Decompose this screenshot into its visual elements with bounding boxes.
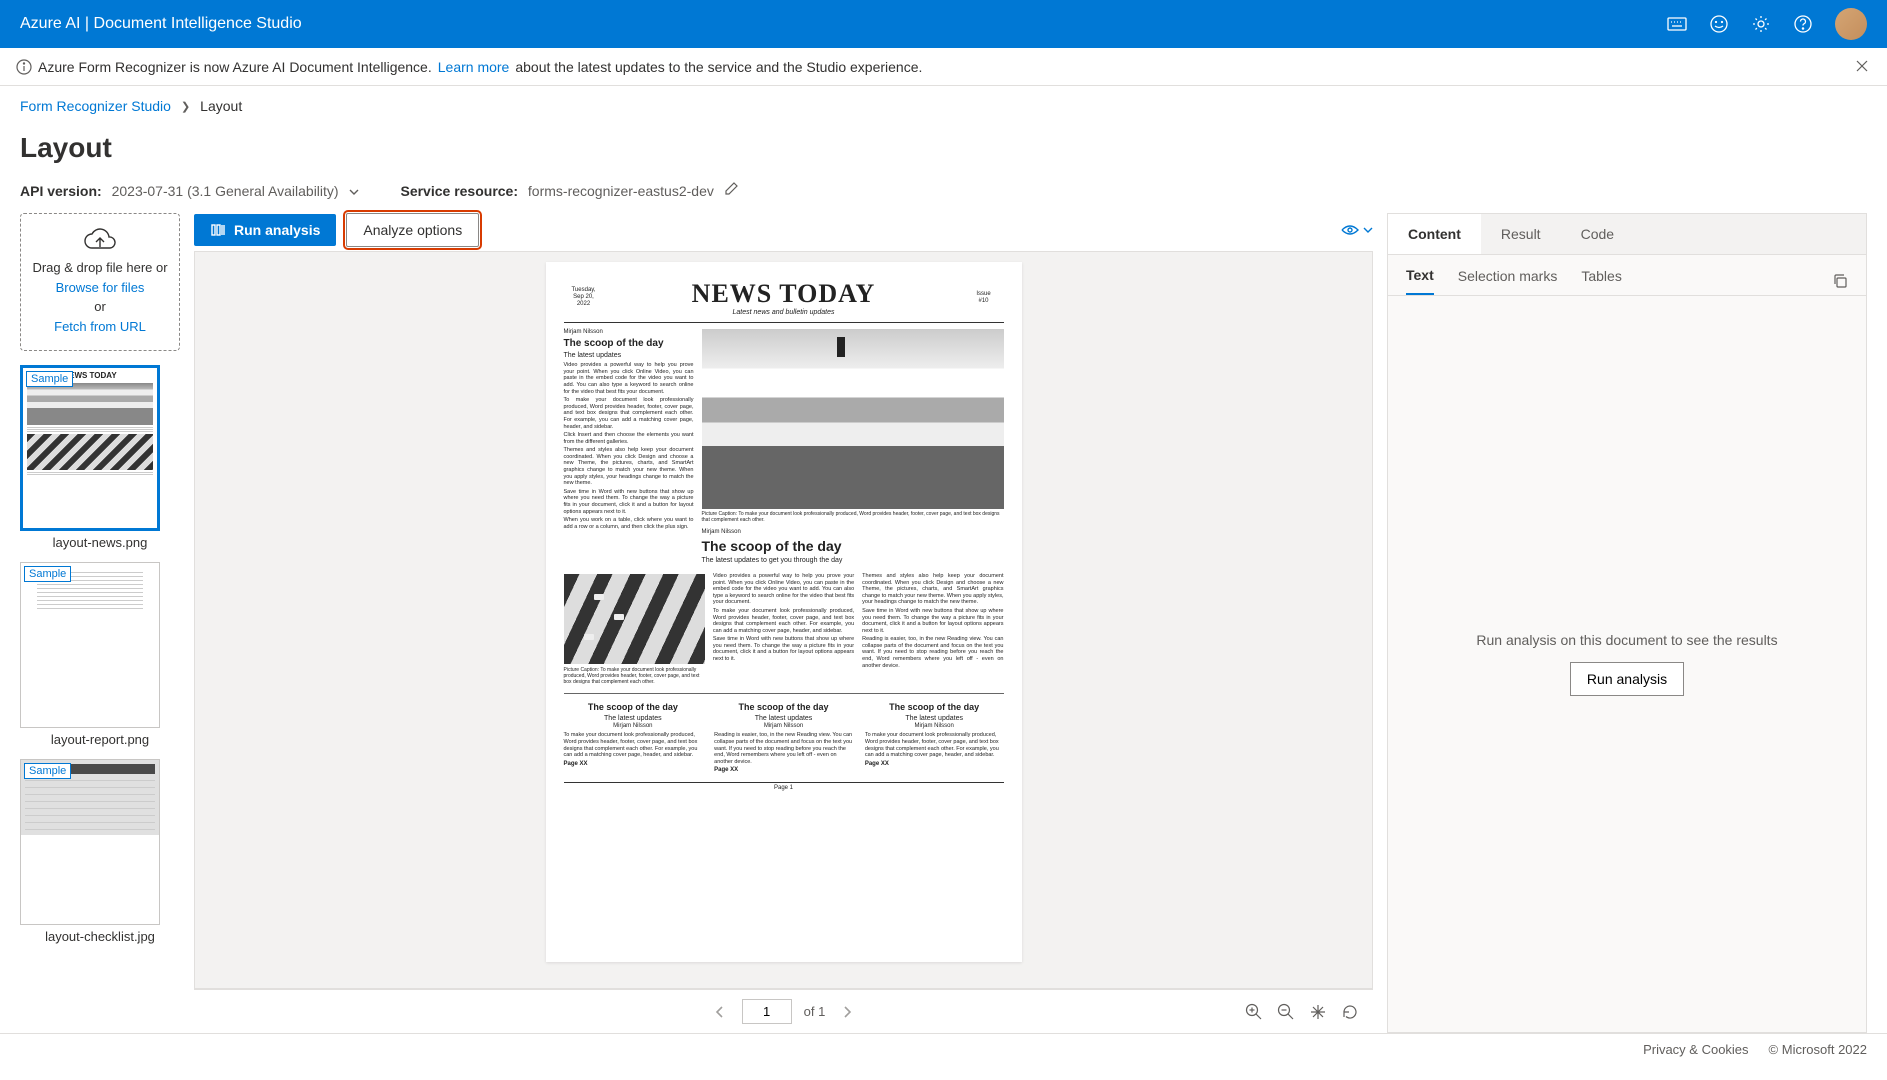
chevron-down-icon[interactable] — [348, 183, 360, 199]
tab-code[interactable]: Code — [1561, 214, 1634, 254]
empty-state-message: Run analysis on this document to see the… — [1476, 632, 1777, 648]
prev-page-button[interactable] — [710, 1002, 730, 1022]
file-dropzone[interactable]: Drag & drop file here or Browse for file… — [20, 213, 180, 351]
api-version-label: API version: — [20, 183, 102, 199]
browse-files-link[interactable]: Browse for files — [29, 278, 171, 298]
newspaper-title: NEWS TODAY — [604, 278, 964, 309]
thumbnail-item-checklist[interactable]: Sample layout-checklist.jpg — [20, 759, 180, 944]
result-top-tabs: Content Result Code — [1388, 214, 1866, 255]
page-of-label: of 1 — [804, 1004, 826, 1019]
service-resource-value: forms-recognizer-eastus2-dev — [528, 183, 714, 199]
subtab-selection-marks[interactable]: Selection marks — [1458, 268, 1558, 294]
breadcrumb-parent[interactable]: Form Recognizer Studio — [20, 98, 171, 114]
left-sidebar: Drag & drop file here or Browse for file… — [20, 213, 180, 1033]
info-banner: Azure Form Recognizer is now Azure AI Do… — [0, 48, 1887, 86]
sample-badge: Sample — [26, 371, 73, 387]
document-page: Tuesday, Sep 20, 2022 NEWS TODAY Latest … — [546, 262, 1022, 962]
thumbnail-label: layout-checklist.jpg — [20, 929, 180, 944]
right-panel: Content Result Code Text Selection marks… — [1387, 213, 1867, 1033]
thumbnail-image: Sample — [20, 562, 160, 728]
analyze-options-button[interactable]: Analyze options — [346, 213, 479, 247]
header-icons — [1667, 8, 1867, 40]
result-sub-tabs: Text Selection marks Tables — [1388, 255, 1866, 296]
dropzone-text-1: Drag & drop file here or — [29, 258, 171, 278]
page-number-input[interactable] — [742, 999, 792, 1024]
page-controls: of 1 — [194, 989, 1373, 1033]
sample-badge: Sample — [24, 566, 71, 582]
thumbnail-image: Sample NEWS TODAY — [20, 365, 160, 531]
toolbar: Run analysis Analyze options — [194, 213, 1373, 247]
thumbnail-label: layout-news.png — [20, 535, 180, 550]
run-analysis-button[interactable]: Run analysis — [194, 214, 336, 246]
user-avatar[interactable] — [1835, 8, 1867, 40]
tab-content[interactable]: Content — [1388, 214, 1481, 254]
subtab-text[interactable]: Text — [1406, 267, 1434, 295]
center-panel: Run analysis Analyze options Tuesday, Se… — [194, 213, 1373, 1033]
thumbnail-label: layout-report.png — [20, 732, 180, 747]
tab-result[interactable]: Result — [1481, 214, 1561, 254]
keyboard-icon[interactable] — [1667, 14, 1687, 34]
footer: Privacy & Cookies © Microsoft 2022 — [0, 1033, 1887, 1065]
app-title: Azure AI | Document Intelligence Studio — [20, 15, 302, 33]
results-body: Run analysis on this document to see the… — [1388, 296, 1866, 1032]
visibility-toggle[interactable] — [1341, 224, 1373, 236]
cars-photo — [564, 574, 705, 664]
thumbnail-image: Sample — [20, 759, 160, 925]
main-workspace: Drag & drop file here or Browse for file… — [0, 213, 1887, 1033]
dropzone-or: or — [29, 297, 171, 317]
meta-row: API version: 2023-07-31 (3.1 General Ava… — [0, 182, 1887, 213]
crosswalk-photo — [702, 329, 1004, 509]
run-analysis-button-secondary[interactable]: Run analysis — [1570, 662, 1684, 696]
copyright-text: © Microsoft 2022 — [1769, 1042, 1867, 1057]
gear-icon[interactable] — [1751, 14, 1771, 34]
thumbnail-item-report[interactable]: Sample layout-report.png — [20, 562, 180, 747]
privacy-link[interactable]: Privacy & Cookies — [1643, 1042, 1748, 1057]
api-version-group[interactable]: API version: 2023-07-31 (3.1 General Ava… — [20, 183, 360, 199]
banner-text-suffix: about the latest updates to the service … — [515, 59, 922, 75]
learn-more-link[interactable]: Learn more — [438, 59, 510, 75]
thumbnail-list: Sample NEWS TODAY layout-news.png Sample — [20, 365, 180, 944]
edit-icon[interactable] — [724, 183, 738, 199]
breadcrumb: Form Recognizer Studio ❯ Layout — [0, 86, 1887, 126]
rotate-icon[interactable] — [1341, 1003, 1359, 1021]
zoom-out-icon[interactable] — [1277, 1003, 1295, 1021]
app-header: Azure AI | Document Intelligence Studio — [0, 0, 1887, 48]
fetch-url-link[interactable]: Fetch from URL — [29, 317, 171, 337]
api-version-value: 2023-07-31 (3.1 General Availability) — [112, 183, 339, 199]
service-resource-label: Service resource: — [400, 183, 518, 199]
next-page-button[interactable] — [837, 1002, 857, 1022]
breadcrumb-current: Layout — [200, 98, 242, 114]
help-icon[interactable] — [1793, 14, 1813, 34]
sample-badge: Sample — [24, 763, 71, 779]
cloud-upload-icon — [29, 228, 171, 254]
run-analysis-label: Run analysis — [234, 222, 320, 238]
zoom-in-icon[interactable] — [1245, 1003, 1263, 1021]
page-title: Layout — [0, 126, 1887, 182]
close-icon[interactable] — [1855, 59, 1871, 75]
zoom-controls — [1245, 1003, 1359, 1021]
copy-icon[interactable] — [1832, 273, 1848, 289]
info-icon — [16, 59, 32, 75]
fit-icon[interactable] — [1309, 1003, 1327, 1021]
thumbnail-item-news[interactable]: Sample NEWS TODAY layout-news.png — [20, 365, 180, 550]
banner-text-prefix: Azure Form Recognizer is now Azure AI Do… — [38, 59, 432, 75]
service-resource-group: Service resource: forms-recognizer-eastu… — [400, 182, 737, 199]
subtab-tables[interactable]: Tables — [1581, 268, 1621, 294]
document-surface[interactable]: Tuesday, Sep 20, 2022 NEWS TODAY Latest … — [194, 251, 1373, 989]
smile-icon[interactable] — [1709, 14, 1729, 34]
chevron-right-icon: ❯ — [181, 100, 190, 113]
